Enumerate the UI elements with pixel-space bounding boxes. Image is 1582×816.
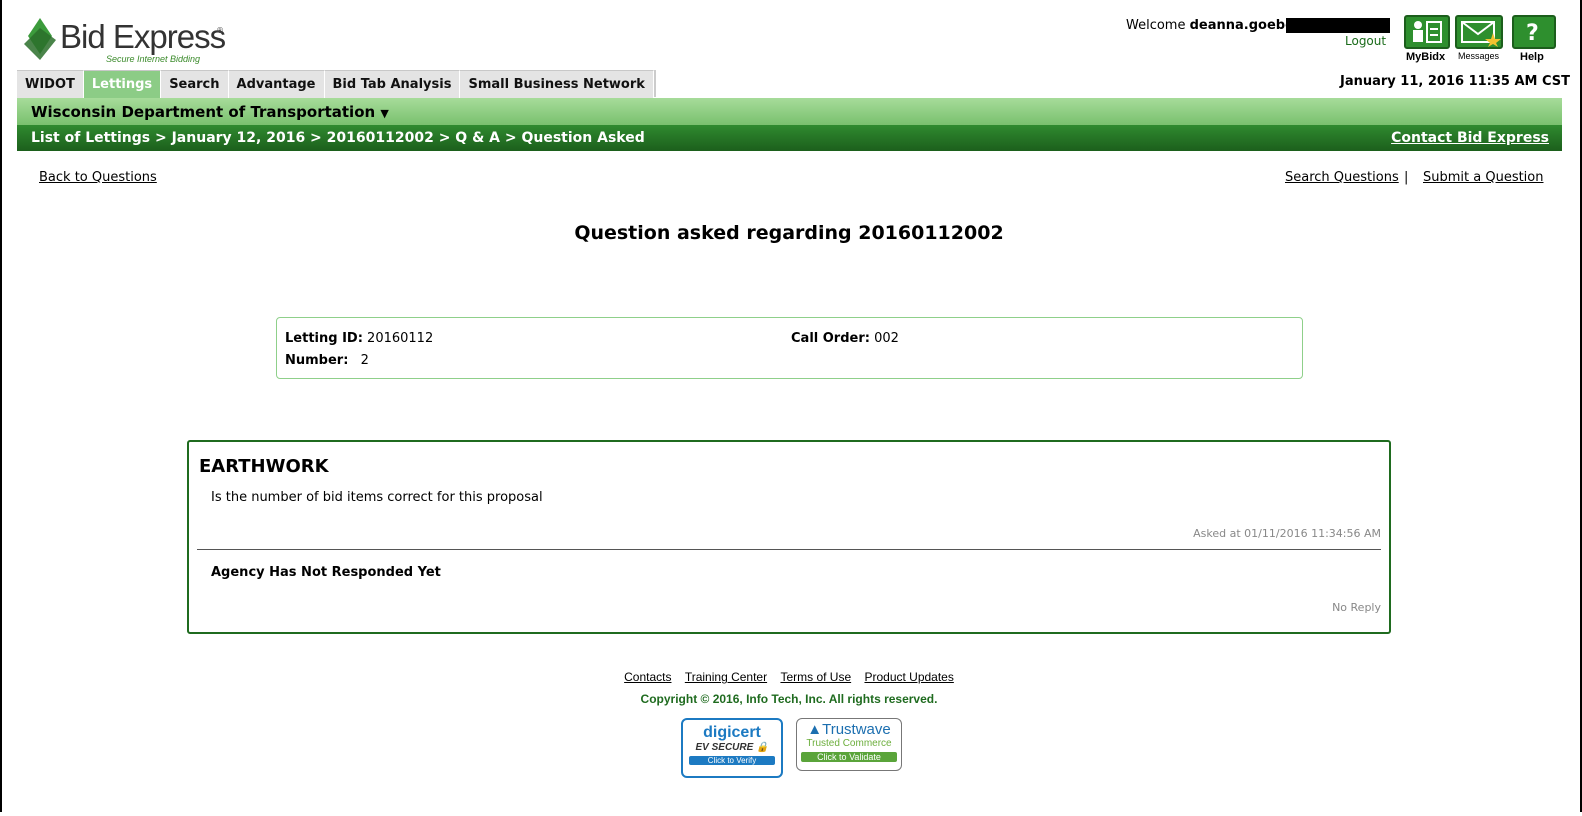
tab-advantage[interactable]: Advantage <box>228 70 325 98</box>
mybidx-label: MyBidx <box>1406 51 1446 63</box>
divider <box>197 549 1381 550</box>
registered-mark: ® <box>216 26 224 35</box>
agency-label: Wisconsin Department of Transportation <box>31 103 376 121</box>
reply-status: No Reply <box>1332 601 1381 614</box>
svg-text:?: ? <box>1526 21 1539 46</box>
lock-icon: 🔒 <box>756 742 769 753</box>
call-order-row: Call Order: 002 <box>791 331 899 346</box>
trustwave-logo-icon: ▲ <box>807 721 823 738</box>
caret-down-icon: ▼ <box>380 107 389 120</box>
back-to-questions-link[interactable]: Back to Questions <box>39 170 157 185</box>
redaction-block <box>1286 18 1390 33</box>
letting-id-value: 20160112 <box>367 331 434 346</box>
digicert-brand: digicert <box>703 724 761 741</box>
letting-id-row: Letting ID: 20160112 <box>285 331 433 346</box>
username: deanna.goebel <box>1189 18 1299 33</box>
call-order-value: 002 <box>874 331 899 346</box>
footer-links: Contacts Training Center Terms of Use Pr… <box>0 670 1578 684</box>
logo-mark-icon <box>24 18 56 60</box>
messages-icon[interactable] <box>1455 15 1503 49</box>
letting-id-label: Letting ID: <box>285 331 363 346</box>
digicert-badge[interactable]: digicert EV SECURE 🔒 Click to Verify <box>681 718 783 778</box>
bid-express-logo[interactable]: Bid Express ® Secure Internet Bidding <box>22 16 242 66</box>
tab-search[interactable]: Search <box>161 70 229 98</box>
digicert-line: EV SECURE 🔒 <box>695 742 769 753</box>
question-text: Is the number of bid items correct for t… <box>211 490 543 505</box>
breadcrumb[interactable]: List of Lettings > January 12, 2016 > 20… <box>31 130 645 146</box>
digicert-cta: Click to Verify <box>689 756 775 765</box>
copyright: Copyright © 2016, Info Tech, Inc. All ri… <box>640 692 938 706</box>
trustwave-cta: Click to Validate <box>801 752 897 762</box>
mybidx-icon[interactable] <box>1404 15 1450 49</box>
help-icon[interactable]: ? <box>1512 15 1556 49</box>
search-questions-link[interactable]: Search Questions <box>1285 170 1399 185</box>
asked-timestamp: Asked at 01/11/2016 11:34:56 AM <box>1193 527 1381 540</box>
tab-bid-tab-analysis[interactable]: Bid Tab Analysis <box>324 70 461 98</box>
trustwave-badge[interactable]: ▲Trustwave Trusted Commerce Click to Val… <box>796 718 902 771</box>
submit-question-link[interactable]: Submit a Question <box>1423 170 1544 185</box>
main-tabs: WIDOT Lettings Search Advantage Bid Tab … <box>17 70 656 98</box>
welcome-text: Welcome deanna.goebel <box>1126 18 1298 33</box>
contact-bid-express-link[interactable]: Contact Bid Express <box>1391 130 1549 146</box>
footer-training-center-link[interactable]: Training Center <box>685 670 767 684</box>
footer-product-updates-link[interactable]: Product Updates <box>864 670 953 684</box>
current-datetime: January 11, 2016 11:35 AM CST <box>1340 74 1571 89</box>
page-title: Question asked regarding 20160112002 <box>574 222 1004 244</box>
messages-label: Messages <box>1458 51 1500 61</box>
tab-small-business-network[interactable]: Small Business Network <box>460 70 654 98</box>
trustwave-line: Trusted Commerce <box>806 738 892 749</box>
trustwave-brand: ▲Trustwave <box>807 721 891 738</box>
question-box: EARTHWORK Is the number of bid items cor… <box>187 440 1391 634</box>
logo-tagline: Secure Internet Bidding <box>106 54 201 64</box>
link-separator: | <box>1404 170 1409 185</box>
number-value: 2 <box>360 353 369 368</box>
footer-terms-link[interactable]: Terms of Use <box>780 670 851 684</box>
footer-contacts-link[interactable]: Contacts <box>624 670 671 684</box>
question-subject: EARTHWORK <box>199 456 329 477</box>
agency-response: Agency Has Not Responded Yet <box>211 565 441 580</box>
welcome-prefix: Welcome <box>1126 18 1186 33</box>
call-order-label: Call Order: <box>791 331 870 346</box>
breadcrumb-bar: List of Lettings > January 12, 2016 > 20… <box>17 125 1562 151</box>
logo-text: Bid Express <box>60 18 226 55</box>
letting-info-box: Letting ID: 20160112 Call Order: 002 Num… <box>276 317 1303 379</box>
agency-selector[interactable]: Wisconsin Department of Transportation ▼ <box>31 103 389 121</box>
tab-lettings[interactable]: Lettings <box>83 70 162 98</box>
logout-link[interactable]: Logout <box>1345 34 1386 48</box>
tab-widot[interactable]: WIDOT <box>17 70 84 98</box>
number-label: Number: <box>285 353 349 368</box>
help-label: Help <box>1520 51 1544 63</box>
number-row: Number: 2 <box>285 353 369 368</box>
agency-bar: Wisconsin Department of Transportation ▼ <box>17 98 1562 125</box>
